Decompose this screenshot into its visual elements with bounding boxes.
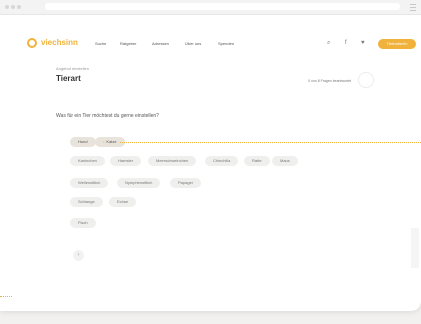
brand-logo[interactable]: viechsinn	[41, 38, 78, 47]
chip-maus[interactable]: Maus	[272, 156, 298, 166]
browser-chrome	[0, 0, 421, 15]
chip-ratte[interactable]: Ratte	[244, 156, 270, 166]
nav-item-ratgeber[interactable]: Ratgeber	[120, 41, 136, 46]
chip-hund[interactable]: Hund	[70, 137, 96, 147]
twitter-icon[interactable]: ♥	[361, 40, 365, 46]
chip-meerschweinchen[interactable]: Meerschweinchen	[148, 156, 197, 166]
chip-kaninchen[interactable]: Kaninchen	[70, 156, 105, 166]
facebook-icon[interactable]: f	[345, 40, 347, 46]
browser-window: viechsinn Suche Ratgeber Adressen Über u…	[0, 0, 421, 311]
question-text: Was für ein Tier möchtest du gerne einst…	[56, 113, 159, 119]
page-title: Tierart	[56, 74, 81, 83]
window-dot[interactable]	[11, 5, 15, 9]
chip-wellensittich[interactable]: Wellensittich	[70, 178, 109, 188]
nav-item-spenden[interactable]: Spenden	[218, 41, 234, 46]
chip-papagei[interactable]: Papagei	[170, 178, 201, 188]
progress-ring	[358, 72, 374, 88]
address-bar[interactable]	[45, 3, 400, 10]
decorative-dotted-line	[120, 142, 421, 143]
paw-icon: •	[103, 139, 105, 144]
window-dot[interactable]	[5, 5, 9, 9]
nav-item-suche[interactable]: Suche	[95, 41, 106, 46]
logo-icon[interactable]	[27, 38, 37, 48]
chip-echse[interactable]: Echse	[109, 197, 137, 207]
search-icon[interactable]: ⌕	[327, 40, 330, 47]
breadcrumb[interactable]: Angebot einstellen	[56, 66, 89, 71]
back-button[interactable]: ‹	[73, 250, 84, 261]
decorative-dotted-line	[0, 296, 12, 297]
chip-fisch[interactable]: Fisch	[70, 218, 96, 228]
nav-item-adressen[interactable]: Adressen	[152, 41, 169, 46]
chip-schlange[interactable]: Schlange	[70, 197, 103, 207]
chip-nymphensittich[interactable]: Nymphensittich	[117, 178, 161, 188]
side-tab[interactable]	[411, 228, 419, 268]
chip-hamster[interactable]: Hamster	[110, 156, 142, 166]
nav-item-ueber-uns[interactable]: Über uns	[185, 41, 201, 46]
window-dot[interactable]	[17, 5, 21, 9]
progress-text: 0 von 8 Fragen beantwortet	[308, 79, 351, 83]
chip-chinchilla[interactable]: Chinchilla	[205, 156, 239, 166]
tierhalter-button[interactable]: Tierhalter/in	[378, 39, 416, 49]
menu-icon[interactable]	[410, 4, 416, 11]
